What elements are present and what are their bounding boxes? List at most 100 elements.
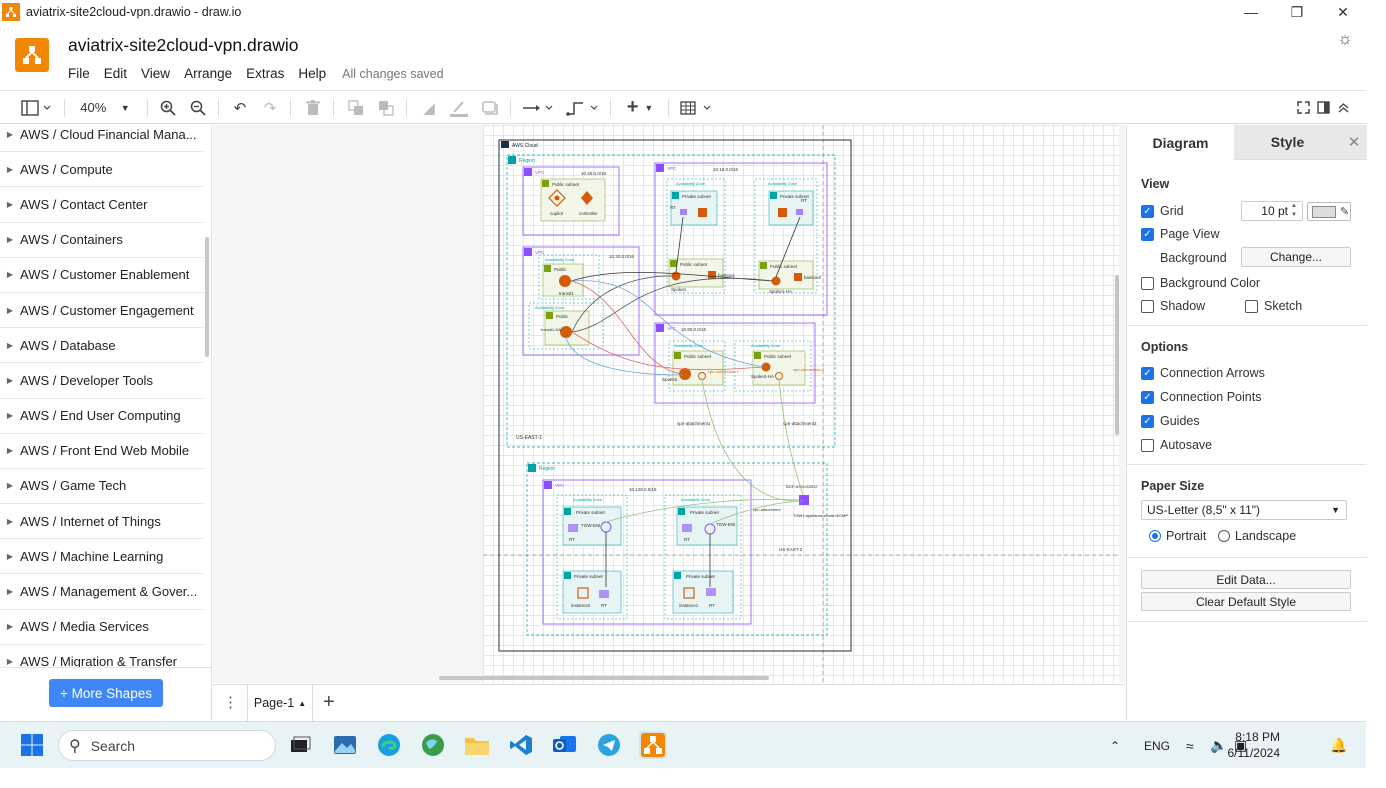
- line-color-icon[interactable]: [449, 91, 469, 124]
- to-back-icon[interactable]: [376, 91, 396, 124]
- connection-points-option[interactable]: ✓ Connection Points: [1141, 390, 1261, 404]
- paper-size-select[interactable]: US-Letter (8,5" x 11") ▼: [1141, 500, 1347, 520]
- checkbox-unchecked-icon[interactable]: [1245, 299, 1258, 313]
- drawio-taskbar-icon[interactable]: [639, 731, 667, 759]
- telegram-icon[interactable]: [595, 731, 623, 759]
- waypoints-icon[interactable]: [564, 91, 600, 124]
- document-title[interactable]: aviatrix-site2cloud-vpn.drawio: [68, 35, 299, 56]
- menu-edit[interactable]: Edit: [104, 66, 127, 81]
- taskbar-search[interactable]: ⚲ Search: [58, 730, 276, 761]
- checkbox-unchecked-icon[interactable]: [1141, 438, 1154, 452]
- undo-icon[interactable]: ↶: [230, 91, 250, 124]
- grid-color-button[interactable]: ✎: [1307, 202, 1351, 221]
- sidebar-item-customer-enablement[interactable]: ▶ AWS / Customer Enablement: [0, 258, 204, 293]
- collapse-icon[interactable]: [1334, 91, 1352, 124]
- table-icon[interactable]: [678, 91, 714, 124]
- minimize-icon[interactable]: —: [1228, 0, 1274, 24]
- checkbox-checked-icon[interactable]: ✓: [1141, 414, 1154, 428]
- edge-browser-icon[interactable]: [375, 731, 403, 759]
- sidebar-item-compute[interactable]: ▶ AWS / Compute: [0, 152, 204, 188]
- chevron-up-icon[interactable]: ▲: [298, 699, 306, 708]
- add-page-icon[interactable]: +: [323, 691, 335, 714]
- menu-view[interactable]: View: [141, 66, 170, 81]
- checkbox-checked-icon[interactable]: ✓: [1141, 227, 1154, 241]
- sidebar-item-game-tech[interactable]: ▶ AWS / Game Tech: [0, 469, 204, 505]
- background-color-option[interactable]: Background Color: [1141, 276, 1260, 290]
- fill-color-icon[interactable]: ◢: [419, 91, 439, 124]
- drawio-logo-icon[interactable]: [15, 38, 49, 72]
- file-explorer-icon[interactable]: [463, 731, 491, 759]
- shadow-icon[interactable]: [480, 91, 500, 124]
- page-menu-icon[interactable]: ⋮: [223, 693, 238, 711]
- format-panel-icon[interactable]: [1314, 91, 1332, 124]
- tab-style[interactable]: Style: [1234, 125, 1341, 160]
- menu-file[interactable]: File: [68, 66, 90, 81]
- canvas-vertical-scrollbar[interactable]: [1115, 275, 1119, 435]
- tray-chevron-up-icon[interactable]: ⌃: [1110, 722, 1120, 769]
- menu-arrange[interactable]: Arrange: [184, 66, 232, 81]
- sidebar-item-cloud-financial[interactable]: ▶ AWS / Cloud Financial Mana...: [0, 125, 204, 153]
- vscode-icon[interactable]: [507, 731, 535, 759]
- fullscreen-icon[interactable]: [1294, 91, 1312, 124]
- to-front-icon[interactable]: [346, 91, 366, 124]
- sidebar-item-front-end-web-mobile[interactable]: ▶ AWS / Front End Web Mobile: [0, 434, 204, 469]
- restore-icon[interactable]: ❐: [1274, 0, 1320, 24]
- diagram-canvas[interactable]: AWS Cloud Region US-EAST-1 VPC 10.40.0.0…: [213, 125, 1125, 683]
- aws-architecture-diagram[interactable]: AWS Cloud Region US-EAST-1 VPC 10.40.0.0…: [483, 125, 1119, 683]
- globe-app-icon[interactable]: [419, 731, 447, 759]
- tab-diagram[interactable]: Diagram: [1127, 125, 1234, 160]
- redo-icon[interactable]: ↷: [260, 91, 280, 124]
- zoom-out-icon[interactable]: [188, 91, 208, 124]
- radio-unselected-icon[interactable]: [1218, 530, 1230, 542]
- autosave-option[interactable]: Autosave: [1141, 438, 1212, 452]
- vpc-controller[interactable]: VPC 10.40.0.0/16 Public subnet copilot c…: [522, 166, 620, 236]
- close-panel-icon[interactable]: ✕: [1341, 125, 1367, 160]
- checkbox-checked-icon[interactable]: ✓: [1141, 390, 1154, 404]
- system-clock[interactable]: 8:18 PM 6/11/2024: [1228, 729, 1281, 761]
- vpc-spoke1[interactable]: VPC 10.16.0.0/16 Availability Zone Priva…: [654, 162, 828, 316]
- sidebar-item-media-services[interactable]: ▶ AWS / Media Services: [0, 610, 204, 645]
- page-view-option[interactable]: ✓ Page View: [1141, 227, 1220, 241]
- vpc-spoke2[interactable]: VPC 10.90.0.0/16 Availability Zone Publi…: [654, 322, 824, 404]
- windows-start-icon[interactable]: [18, 731, 46, 759]
- zoom-in-icon[interactable]: [158, 91, 178, 124]
- guides-option[interactable]: ✓ Guides: [1141, 414, 1200, 428]
- shadow-option[interactable]: Shadow: [1141, 299, 1205, 313]
- sidebar-item-internet-of-things[interactable]: ▶ AWS / Internet of Things: [0, 504, 204, 540]
- volume-icon[interactable]: 🔈: [1210, 722, 1227, 769]
- vpc-transit[interactable]: VPC 10.32.0.0/16 Availability Zone Publi…: [522, 246, 640, 356]
- radio-selected-icon[interactable]: [1149, 530, 1161, 542]
- photos-app-icon[interactable]: [331, 731, 359, 759]
- grid-option[interactable]: ✓ Grid: [1141, 204, 1184, 218]
- language-indicator[interactable]: ENG: [1144, 722, 1170, 769]
- portrait-option[interactable]: Portrait: [1149, 529, 1206, 543]
- page-tab[interactable]: Page-1 ▲: [247, 685, 313, 721]
- change-background-button[interactable]: Change...: [1241, 247, 1351, 267]
- sketch-option[interactable]: Sketch: [1245, 299, 1302, 313]
- landscape-option[interactable]: Landscape: [1218, 529, 1296, 543]
- checkbox-unchecked-icon[interactable]: [1141, 276, 1154, 290]
- connection-icon[interactable]: [520, 91, 556, 124]
- close-icon[interactable]: ✕: [1320, 0, 1366, 24]
- delete-icon[interactable]: [303, 91, 323, 124]
- zoom-select[interactable]: 40% ▼: [72, 91, 138, 124]
- sidebar-scrollbar[interactable]: [205, 237, 209, 357]
- menu-extras[interactable]: Extras: [246, 66, 284, 81]
- notification-bell-icon[interactable]: 🔔: [1330, 722, 1347, 769]
- menu-help[interactable]: Help: [298, 66, 326, 81]
- diagram-page[interactable]: AWS Cloud Region US-EAST-1 VPC 10.40.0.0…: [483, 125, 1119, 683]
- clear-default-style-button[interactable]: Clear Default Style: [1141, 592, 1351, 611]
- spinner-icon[interactable]: ▲ ▼: [1291, 202, 1297, 220]
- sidebar-item-database[interactable]: ▶ AWS / Database: [0, 328, 204, 364]
- wifi-icon[interactable]: ≈: [1186, 722, 1194, 769]
- insert-icon[interactable]: + ▼: [622, 91, 658, 124]
- checkbox-checked-icon[interactable]: ✓: [1141, 366, 1154, 380]
- task-view-icon[interactable]: [286, 731, 314, 759]
- sidebar-item-management-governance[interactable]: ▶ AWS / Management & Gover...: [0, 574, 204, 610]
- sidebar-item-machine-learning[interactable]: ▶ AWS / Machine Learning: [0, 539, 204, 575]
- sidebar-item-customer-engagement[interactable]: ▶ AWS / Customer Engagement: [0, 293, 204, 329]
- edit-data-button[interactable]: Edit Data...: [1141, 570, 1351, 589]
- outlook-new-icon[interactable]: [551, 731, 579, 759]
- connection-arrows-option[interactable]: ✓ Connection Arrows: [1141, 366, 1265, 380]
- checkbox-checked-icon[interactable]: ✓: [1141, 204, 1154, 218]
